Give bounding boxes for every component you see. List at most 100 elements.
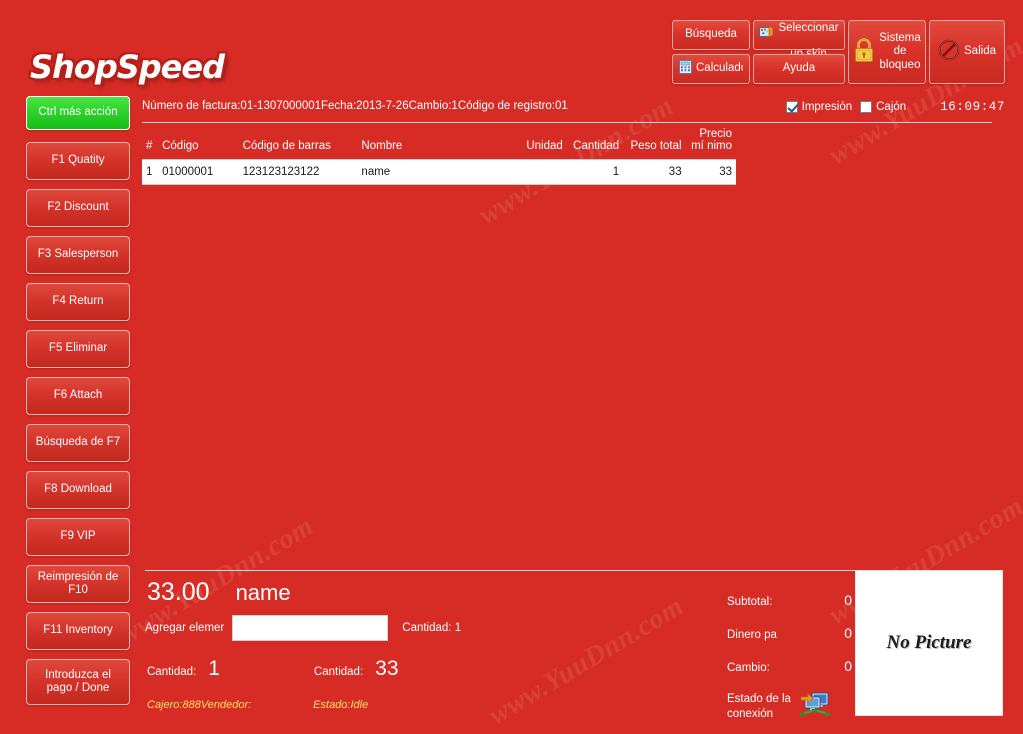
col-price[interactable]: Precio mí nimo — [686, 126, 736, 160]
change-value: 0 — [844, 658, 852, 674]
state-info: Estado:Idle — [313, 699, 369, 711]
exit-forbidden-icon — [938, 39, 960, 65]
print-checkbox-label: Impresión — [801, 101, 853, 113]
print-checkbox-box[interactable] — [785, 101, 798, 113]
exit-button[interactable]: Salida — [929, 20, 1005, 84]
select-skin-button[interactable]: Seleccionar un skin — [753, 20, 845, 60]
drawer-checkbox[interactable]: Cajón — [860, 101, 906, 113]
drawer-checkbox-box[interactable] — [860, 101, 873, 113]
current-item-summary: 33.00 name — [147, 578, 705, 607]
connection-label-line1: Estado de la — [727, 693, 791, 706]
cell-index: 1 — [142, 159, 159, 185]
sidebar-item-label: Búsqueda de F7 — [35, 436, 121, 449]
connection-label-line2: conexión — [727, 707, 774, 720]
lock-label-line1: Sistema — [879, 32, 921, 45]
sidebar-item-label: F3 Salesperson — [37, 248, 119, 261]
col-weight[interactable]: Peso total — [623, 126, 685, 160]
sidebar-item-f11-inventory[interactable]: F11 Inventory — [26, 612, 130, 650]
skin-label-line1: Seleccionar — [778, 21, 839, 34]
add-item-row: Agregar elemer Cantidad: 1 — [145, 615, 705, 641]
quantity-value: 1 — [208, 657, 220, 680]
paid-label: Dinero pa — [727, 629, 777, 641]
exit-button-label: Salida — [964, 45, 996, 58]
totals-row-paid: Dinero pa 0 — [727, 625, 852, 641]
cell-weight: 33 — [623, 159, 686, 185]
sidebar-item-label: F4 Return — [52, 295, 104, 308]
add-item-count: Cantidad: 1 — [402, 622, 462, 634]
sidebar-item-f1-quantity[interactable]: F1 Quatity — [26, 142, 130, 180]
help-button[interactable]: Ayuda — [753, 54, 845, 84]
items-grid: # Código Código de barras Nombre Unidad … — [142, 126, 736, 185]
sidebar-item-enter-payment[interactable]: Introduzca el pago / Done — [26, 659, 130, 705]
toolbar-column-1: Búsqueda Calculadora — [672, 20, 750, 84]
lock-system-button[interactable]: Sistema de bloqueo — [848, 20, 926, 84]
cashier-info: Cajero:888Vendedor: — [147, 699, 252, 711]
amount-label: Cantidad: — [313, 666, 364, 678]
invoice-header-line: Número de factura:01-1307000001Fecha:201… — [142, 100, 568, 112]
amount-value: 33 — [375, 657, 399, 680]
toolbar-column-2: Seleccionar un skin Ayuda — [753, 20, 845, 84]
items-table-body: 1 01000001 123123123122 name 1 33 33 — [142, 159, 736, 185]
sidebar-item-f6-attach[interactable]: F6 Attach — [26, 377, 130, 415]
lock-label-line2: de — [893, 45, 907, 58]
quantity-label: Cantidad: — [147, 666, 197, 678]
add-item-input[interactable] — [232, 615, 389, 641]
app-logo: ShopSpeed — [30, 48, 225, 86]
no-picture-label: No Picture — [886, 632, 972, 653]
sidebar-item-f10-reprint[interactable]: Reimpresión de F10 — [26, 565, 130, 603]
search-button-label: Búsqueda — [685, 28, 737, 41]
col-name[interactable]: Nombre — [357, 126, 518, 160]
sidebar-item-label: Ctrl más acción — [38, 106, 118, 119]
totals-row-subtotal: Subtotal: 0 — [727, 592, 852, 608]
totals-panel: Subtotal: 0 Dinero pa 0 Cambio: 0 Estado… — [727, 592, 852, 722]
skin-palette-icon — [759, 25, 774, 44]
col-code[interactable]: Código — [158, 126, 239, 160]
sidebar-item-f8-download[interactable]: F8 Download — [26, 471, 130, 509]
totals-row-change: Cambio: 0 — [727, 658, 852, 674]
lock-system-button-label: Sistema de bloqueo — [879, 32, 921, 72]
table-row[interactable]: 1 01000001 123123123122 name 1 33 33 — [142, 159, 736, 185]
lock-label-line3: bloqueo — [879, 58, 921, 71]
subtotal-value: 0 — [844, 592, 852, 608]
cell-qty: 1 — [566, 159, 624, 185]
paid-value: 0 — [844, 625, 852, 641]
sidebar-item-f2-discount[interactable]: F2 Discount — [26, 189, 130, 227]
product-picture-box[interactable]: No Picture — [855, 570, 1003, 716]
cell-name: name — [357, 159, 519, 185]
sidebar-item-f7-search[interactable]: Búsqueda de F7 — [26, 424, 130, 462]
sidebar-item-f4-return[interactable]: F4 Return — [26, 283, 130, 321]
cell-code: 01000001 — [158, 159, 239, 185]
col-index[interactable]: # — [142, 126, 158, 160]
calculator-button[interactable]: Calculadora — [672, 54, 750, 84]
col-unit[interactable]: Unidad — [519, 126, 567, 160]
status-line: Cajero:888Vendedor: Estado:Idle — [147, 699, 705, 711]
print-checkbox[interactable]: Impresión — [785, 101, 853, 113]
sidebar-item-label: F11 Inventory — [43, 624, 113, 637]
quantity-row: Cantidad: 1 Cantidad: 33 — [147, 657, 705, 681]
drawer-checkbox-label: Cajón — [876, 101, 907, 113]
sidebar-item-label: F1 Quatity — [51, 154, 105, 167]
sidebar-item-label: F2 Discount — [47, 201, 109, 214]
calculator-button-label: Calculadora — [696, 62, 743, 75]
sidebar-item-label: Introduzca el pago / Done — [45, 668, 111, 694]
items-table: # Código Código de barras Nombre Unidad … — [142, 126, 736, 185]
col-barcode[interactable]: Código de barras — [239, 126, 358, 160]
sidebar-item-f5-eliminar[interactable]: F5 Eliminar — [26, 330, 130, 368]
network-status-icon[interactable] — [799, 691, 831, 722]
sidebar-item-ctrl-action[interactable]: Ctrl más acción — [26, 96, 130, 130]
sidebar-item-label: F5 Eliminar — [48, 342, 108, 355]
cell-unit — [518, 159, 567, 185]
change-label: Cambio: — [727, 662, 770, 674]
detail-panel: 33.00 name Agregar elemer Cantidad: 1 Ca… — [145, 578, 705, 711]
lock-icon — [853, 37, 875, 67]
search-button[interactable]: Búsqueda — [672, 20, 750, 50]
add-item-label: Agregar elemer — [145, 622, 225, 634]
current-item-name: name — [235, 580, 291, 605]
options-strip: Impresión Cajón 16:09:47 — [785, 100, 1005, 114]
help-button-label: Ayuda — [782, 62, 816, 75]
items-table-head: # Código Código de barras Nombre Unidad … — [142, 126, 736, 160]
sidebar-item-f3-salesperson[interactable]: F3 Salesperson — [26, 236, 130, 274]
connection-status-row: Estado de la conexión — [727, 691, 852, 722]
col-qty[interactable]: Cantidad — [567, 126, 623, 160]
sidebar-item-f9-vip[interactable]: F9 VIP — [26, 518, 130, 556]
